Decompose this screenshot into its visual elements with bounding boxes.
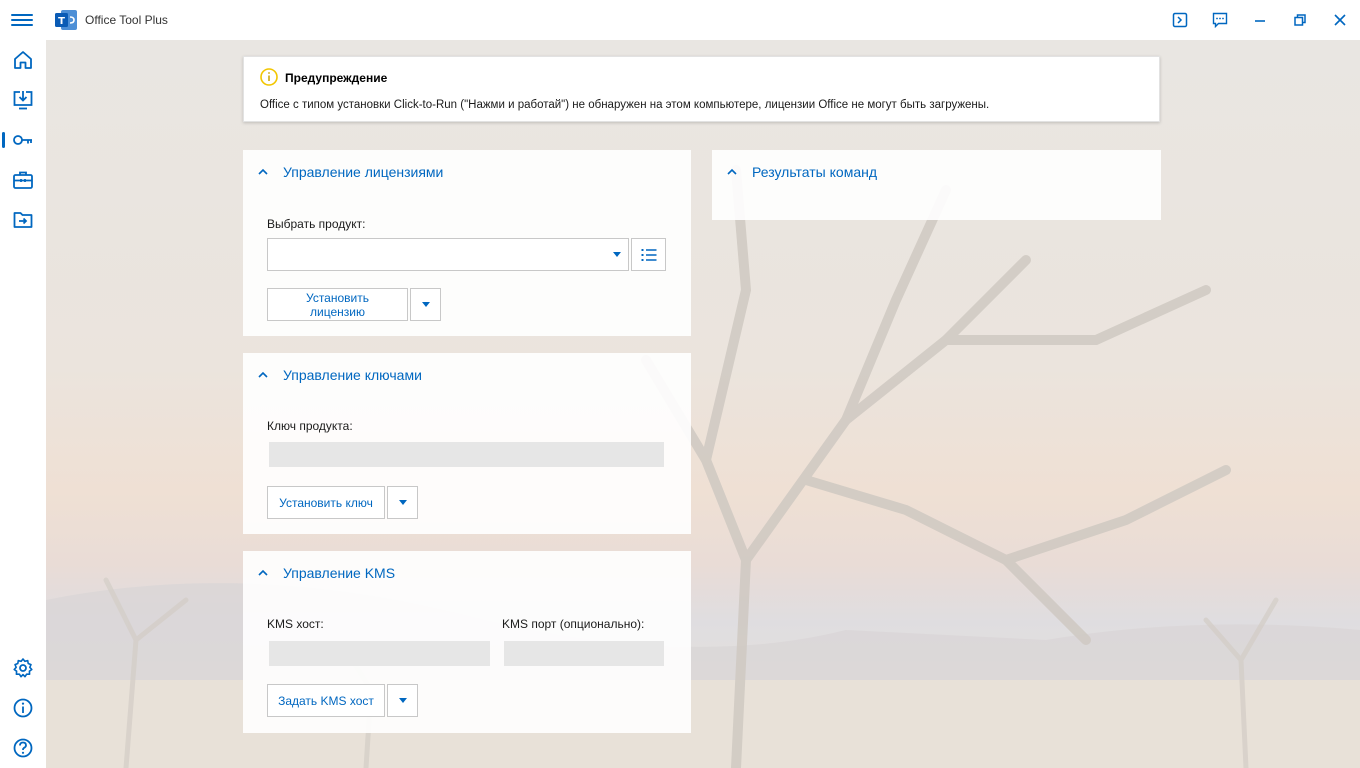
key-management-header[interactable]: Управление ключами bbox=[243, 353, 691, 397]
command-results-header[interactable]: Результаты команд bbox=[712, 150, 1161, 194]
nav-about[interactable] bbox=[0, 688, 46, 728]
set-kms-host-dropdown[interactable] bbox=[387, 684, 418, 717]
nav-activation[interactable] bbox=[0, 120, 46, 160]
chevron-up-icon bbox=[258, 569, 268, 576]
app-title: Office Tool Plus bbox=[85, 13, 168, 27]
kms-port-input[interactable] bbox=[504, 641, 664, 666]
kms-host-label: KMS хост: bbox=[267, 617, 324, 631]
warning-message: Office с типом установки Click-to-Run ("… bbox=[260, 99, 990, 111]
chevron-up-icon bbox=[727, 168, 737, 175]
install-key-split-button: Установить ключ bbox=[267, 486, 418, 519]
title-bar: T Office Tool Plus bbox=[0, 0, 1360, 40]
console-icon bbox=[1172, 12, 1188, 28]
license-management-title: Управление лицензиями bbox=[283, 164, 444, 180]
kms-management-header[interactable]: Управление KMS bbox=[243, 551, 691, 595]
product-select[interactable] bbox=[267, 238, 629, 271]
chevron-up-icon bbox=[258, 371, 268, 378]
license-management-panel: Управление лицензиями Выбрать продукт: У… bbox=[243, 150, 691, 336]
kms-port-label: KMS порт (опционально): bbox=[502, 617, 645, 631]
key-management-panel: Управление ключами Ключ продукта: Устано… bbox=[243, 353, 691, 534]
license-management-header[interactable]: Управление лицензиями bbox=[243, 150, 691, 194]
set-kms-host-button[interactable]: Задать KMS хост bbox=[267, 684, 385, 717]
install-key-dropdown[interactable] bbox=[387, 486, 418, 519]
toolbox-icon bbox=[13, 171, 33, 189]
install-license-dropdown[interactable] bbox=[410, 288, 441, 321]
convert-icon bbox=[13, 212, 33, 228]
help-icon bbox=[13, 738, 33, 758]
install-key-button[interactable]: Установить ключ bbox=[267, 486, 385, 519]
feedback-button[interactable] bbox=[1208, 8, 1232, 32]
warning-title: Предупреждение bbox=[285, 71, 388, 85]
kms-management-title: Управление KMS bbox=[283, 565, 396, 581]
close-button[interactable] bbox=[1328, 8, 1352, 32]
nav-deploy[interactable] bbox=[0, 80, 46, 120]
product-key-label: Ключ продукта: bbox=[267, 419, 353, 433]
nav-convert[interactable] bbox=[0, 200, 46, 240]
minimize-icon bbox=[1255, 20, 1265, 22]
command-results-title: Результаты команд bbox=[752, 164, 878, 180]
console-button[interactable] bbox=[1168, 8, 1192, 32]
nav-home[interactable] bbox=[0, 40, 46, 80]
command-results-panel: Результаты команд bbox=[712, 150, 1161, 220]
product-list-button[interactable] bbox=[631, 238, 666, 271]
nav-settings[interactable] bbox=[0, 648, 46, 688]
sidebar bbox=[0, 40, 46, 768]
product-key-input[interactable] bbox=[269, 442, 664, 467]
activation-icon bbox=[13, 135, 32, 145]
nav-toolbox[interactable] bbox=[0, 160, 46, 200]
restore-button[interactable] bbox=[1288, 8, 1312, 32]
caret-down-icon bbox=[398, 698, 407, 703]
minimize-button[interactable] bbox=[1248, 8, 1272, 32]
list-icon bbox=[641, 248, 656, 261]
caret-down-icon bbox=[421, 302, 430, 307]
key-management-title: Управление ключами bbox=[283, 367, 422, 383]
restore-icon bbox=[1294, 14, 1306, 26]
warning-icon bbox=[260, 68, 278, 86]
install-license-button[interactable]: Установить лицензию bbox=[267, 288, 408, 321]
chevron-up-icon bbox=[258, 168, 268, 175]
chevron-down-icon bbox=[613, 252, 621, 257]
warning-banner: Предупреждение Office с типом установки … bbox=[243, 56, 1160, 122]
nav-help[interactable] bbox=[0, 728, 46, 768]
caret-down-icon bbox=[398, 500, 407, 505]
kms-management-panel: Управление KMS KMS хост: KMS порт (опцио… bbox=[243, 551, 691, 733]
kms-host-input[interactable] bbox=[269, 641, 490, 666]
product-label: Выбрать продукт: bbox=[267, 217, 366, 231]
close-icon bbox=[1334, 14, 1346, 26]
install-license-split-button: Установить лицензию bbox=[267, 288, 441, 321]
about-icon bbox=[13, 698, 33, 718]
settings-icon bbox=[13, 658, 33, 678]
app-logo: T bbox=[55, 10, 77, 30]
feedback-icon bbox=[1212, 12, 1228, 28]
hamburger-menu-icon[interactable] bbox=[11, 11, 33, 29]
set-kms-host-split-button: Задать KMS хост bbox=[267, 684, 418, 717]
svg-text:T: T bbox=[58, 16, 65, 27]
deploy-icon bbox=[13, 91, 33, 110]
home-icon bbox=[14, 51, 32, 69]
